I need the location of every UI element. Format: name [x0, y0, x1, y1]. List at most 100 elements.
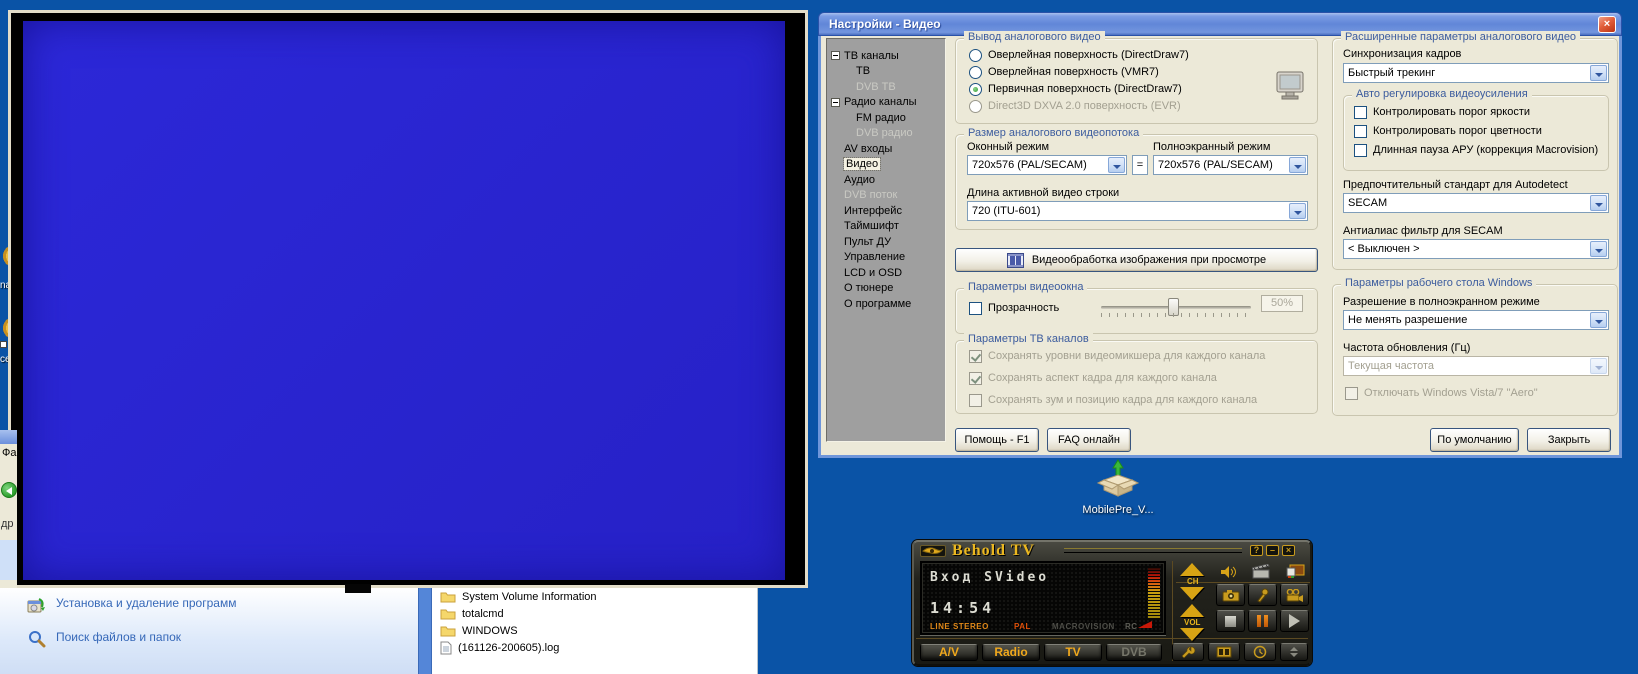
- scheduler-clock-button[interactable]: [1244, 643, 1276, 661]
- play-button[interactable]: [1280, 610, 1309, 632]
- close-dialog-button[interactable]: Закрыть: [1527, 428, 1611, 452]
- pause-button[interactable]: [1248, 610, 1277, 632]
- clapperboard-icon[interactable]: [1252, 564, 1271, 579]
- snapshot-button[interactable]: [1216, 584, 1245, 606]
- mute-speaker-icon[interactable]: [1220, 565, 1237, 579]
- minimize-button[interactable]: –: [1266, 545, 1279, 556]
- video-processing-button[interactable]: Видеообработка изображения при просмотре: [955, 248, 1318, 272]
- video-window[interactable]: [8, 10, 808, 588]
- address-bar-fragment[interactable]: [0, 540, 17, 580]
- back-button[interactable]: [1, 482, 17, 498]
- close-widget-button[interactable]: ×: [1282, 545, 1295, 556]
- list-item[interactable]: (161126-200605).log: [440, 640, 559, 655]
- desktop: nau cen Фай др Установка и удаление прог…: [0, 0, 1638, 674]
- checkbox-icon[interactable]: [969, 302, 982, 315]
- chevron-down-icon[interactable]: [1590, 195, 1607, 211]
- list-item[interactable]: System Volume Information: [440, 589, 597, 604]
- checkbox-agc-pause[interactable]: Длинная пауза АРУ (коррекция Macrovision…: [1354, 143, 1598, 157]
- checkbox-brightness-threshold[interactable]: Контролировать порог яркости: [1354, 105, 1530, 119]
- tree-item-tv[interactable]: ТВ: [827, 64, 945, 80]
- record-video-button[interactable]: [1280, 584, 1309, 606]
- checkbox-chroma-threshold[interactable]: Контролировать порог цветности: [1354, 124, 1542, 138]
- dvb-mode-button[interactable]: DVB: [1106, 644, 1162, 661]
- checkbox-icon[interactable]: [1354, 125, 1367, 138]
- recordings-film-button[interactable]: [1208, 643, 1240, 661]
- signal-wedge-icon: [1138, 621, 1152, 628]
- list-item[interactable]: WINDOWS: [440, 623, 518, 638]
- expand-arrows-button[interactable]: [1280, 643, 1308, 661]
- tree-item-interface[interactable]: Интерфейс: [827, 203, 945, 219]
- resolution-select[interactable]: Не менять разрешение: [1343, 310, 1609, 330]
- behold-tv-widget[interactable]: Behold TV ? – × Вход SVideo 14:54 LINE S…: [912, 540, 1312, 666]
- radio-icon[interactable]: [969, 66, 982, 79]
- close-button[interactable]: ×: [1598, 16, 1616, 33]
- radio-label: Первичная поверхность (DirectDraw7): [988, 83, 1182, 95]
- desktop-icon-mobilepre[interactable]: MobilePre_V...: [1060, 458, 1176, 516]
- tree-item-timeshift[interactable]: Таймшифт: [827, 219, 945, 235]
- list-item[interactable]: totalcmd: [440, 606, 504, 621]
- stop-button[interactable]: [1216, 610, 1245, 632]
- settings-wrench-button[interactable]: [1172, 643, 1204, 661]
- channel-up-button[interactable]: [1180, 563, 1204, 576]
- record-audio-button[interactable]: [1248, 584, 1277, 606]
- help-window-button[interactable]: ?: [1250, 545, 1263, 556]
- antialias-select[interactable]: < Выключен >: [1343, 239, 1609, 259]
- autodetect-select[interactable]: SECAM: [1343, 193, 1609, 213]
- select-value: < Выключен >: [1348, 243, 1420, 255]
- shortcut-arrow-icon: [0, 341, 7, 348]
- panel-divider: [916, 638, 1308, 639]
- sync-select[interactable]: Быстрый трекинг: [1343, 63, 1609, 83]
- tree-item-about-program[interactable]: О программе: [827, 296, 945, 312]
- display-mode-icon[interactable]: [1286, 564, 1305, 579]
- group-title: Параметры видеоокна: [964, 281, 1087, 293]
- radio-primary-dd7[interactable]: Первичная поверхность (DirectDraw7): [969, 82, 1182, 96]
- chevron-down-icon[interactable]: [1590, 65, 1607, 81]
- tree-item-fm-radio[interactable]: FM радио: [827, 110, 945, 126]
- file-name: System Volume Information: [462, 591, 597, 603]
- tree-item-av-inputs[interactable]: AV входы: [827, 141, 945, 157]
- volume-up-button[interactable]: [1180, 604, 1204, 617]
- tree-item-remote[interactable]: Пульт ДУ: [827, 234, 945, 250]
- channel-down-button[interactable]: [1180, 587, 1204, 600]
- line-length-select[interactable]: 720 (ITU-601): [967, 201, 1308, 221]
- taskpane-item-add-remove[interactable]: Установка и удаление программ: [26, 596, 276, 616]
- checkbox-icon[interactable]: [1354, 106, 1367, 119]
- chevron-down-icon[interactable]: [1590, 312, 1607, 328]
- dialog-title: Настройки - Видео: [829, 17, 941, 31]
- radio-icon-selected[interactable]: [969, 83, 982, 96]
- tree-item-lcd-osd[interactable]: LCD и OSD: [827, 265, 945, 281]
- chevron-down-icon[interactable]: [1108, 157, 1125, 173]
- faq-button[interactable]: FAQ онлайн: [1047, 428, 1131, 452]
- explorer-menu-fragment[interactable]: Фай: [2, 447, 17, 459]
- radio-overlay-vmr7[interactable]: Оверлейная поверхность (VMR7): [969, 65, 1159, 79]
- fullscreen-mode-select[interactable]: 720x576 (PAL/SECAM): [1153, 155, 1308, 175]
- tv-mode-button[interactable]: TV: [1044, 644, 1102, 661]
- defaults-button[interactable]: По умолчанию: [1430, 428, 1519, 452]
- help-button[interactable]: Помощь - F1: [955, 428, 1039, 452]
- chevron-down-icon[interactable]: [1289, 203, 1306, 219]
- tree-item-control[interactable]: Управление: [827, 250, 945, 266]
- select-value: 720x576 (PAL/SECAM): [972, 159, 1087, 171]
- tree-item-tv-channels[interactable]: ТВ каналы: [827, 48, 945, 64]
- behold-logo: [920, 545, 946, 557]
- chevron-down-icon[interactable]: [1289, 157, 1306, 173]
- radio-overlay-dd7[interactable]: Оверлейная поверхность (DirectDraw7): [969, 48, 1189, 62]
- tree-item-about-tuner[interactable]: О тюнере: [827, 281, 945, 297]
- tree-item-video-selected[interactable]: Видео: [827, 157, 945, 173]
- collapse-icon[interactable]: [831, 98, 840, 107]
- volume-down-button[interactable]: [1180, 628, 1204, 641]
- checkbox-icon[interactable]: [1354, 144, 1367, 157]
- radio-mode-button[interactable]: Radio: [982, 644, 1040, 661]
- window-mode-select[interactable]: 720x576 (PAL/SECAM): [967, 155, 1127, 175]
- tree-label: Таймшифт: [844, 220, 899, 232]
- tree-item-radio-channels[interactable]: Радио каналы: [827, 95, 945, 111]
- radio-icon[interactable]: [969, 49, 982, 62]
- av-mode-button[interactable]: A/V: [920, 644, 978, 661]
- tree-item-audio[interactable]: Аудио: [827, 172, 945, 188]
- collapse-icon[interactable]: [831, 51, 840, 60]
- chevron-down-icon[interactable]: [1590, 241, 1607, 257]
- transparency-checkbox[interactable]: Прозрачность: [969, 301, 1059, 315]
- window-edge-strip: [418, 588, 432, 674]
- settings-tree: ТВ каналы ТВ DVB ТВ Радио каналы FM ради…: [826, 38, 946, 442]
- taskpane-item-search[interactable]: Поиск файлов и папок: [28, 630, 276, 648]
